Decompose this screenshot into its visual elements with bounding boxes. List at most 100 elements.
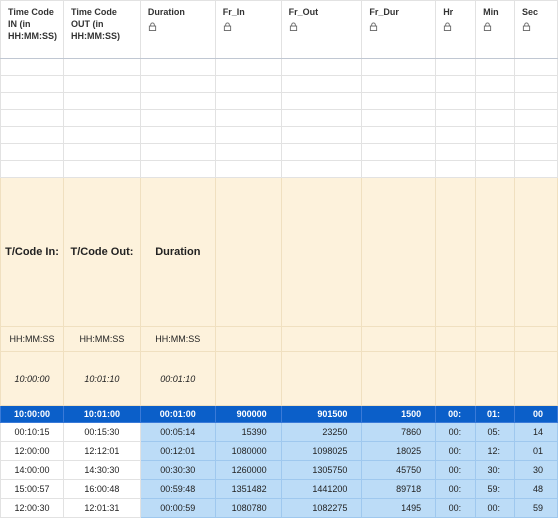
cell[interactable]: 00:59:48 [139, 479, 216, 499]
cell[interactable] [361, 126, 437, 144]
cell[interactable] [0, 160, 64, 178]
cell[interactable]: 00:00:59 [139, 498, 216, 518]
cell[interactable] [280, 58, 363, 76]
cell[interactable] [139, 109, 216, 127]
cell[interactable]: 10:00:00 [0, 351, 64, 406]
cell[interactable] [62, 58, 141, 76]
cell[interactable]: 1080000 [214, 441, 282, 461]
cell[interactable] [214, 177, 282, 327]
cell[interactable] [280, 177, 363, 327]
cell[interactable] [361, 177, 437, 327]
column-header[interactable]: Time Code IN (in HH:MM:SS) [0, 0, 64, 59]
cell[interactable] [214, 160, 282, 178]
cell[interactable] [280, 92, 363, 110]
cell[interactable] [361, 143, 437, 161]
cell[interactable] [214, 92, 282, 110]
cell[interactable] [0, 58, 64, 76]
cell[interactable] [214, 58, 282, 76]
cell[interactable] [62, 75, 141, 93]
cell[interactable]: 30: [475, 460, 516, 480]
cell[interactable]: 00:12:01 [139, 441, 216, 461]
column-header[interactable]: Min [475, 0, 516, 59]
cell[interactable]: T/Code In: [0, 177, 64, 327]
cell[interactable] [514, 109, 558, 127]
cell[interactable] [280, 109, 363, 127]
cell[interactable] [475, 177, 516, 327]
cell[interactable] [280, 126, 363, 144]
cell[interactable] [0, 75, 64, 93]
cell[interactable]: 10:00:00 [0, 405, 64, 423]
cell[interactable]: 1080780 [214, 498, 282, 518]
cell[interactable]: 10:01:10 [62, 351, 141, 406]
cell[interactable] [214, 351, 282, 406]
cell[interactable] [514, 351, 558, 406]
cell[interactable]: 900000 [214, 405, 282, 423]
cell[interactable] [361, 351, 437, 406]
cell[interactable]: 1305750 [280, 460, 363, 480]
cell[interactable]: 01 [514, 441, 558, 461]
cell[interactable] [361, 109, 437, 127]
cell[interactable] [514, 126, 558, 144]
cell[interactable] [475, 58, 516, 76]
cell[interactable] [0, 109, 64, 127]
cell[interactable] [514, 92, 558, 110]
cell[interactable] [435, 75, 477, 93]
column-header[interactable]: Sec [514, 0, 558, 59]
cell[interactable] [514, 160, 558, 178]
column-header[interactable]: Fr_Out [280, 0, 363, 59]
cell[interactable] [62, 160, 141, 178]
cell[interactable] [514, 75, 558, 93]
column-header[interactable]: Hr [435, 0, 477, 59]
cell[interactable]: T/Code Out: [62, 177, 141, 327]
cell[interactable] [62, 143, 141, 161]
cell[interactable]: 1500 [361, 405, 437, 423]
cell[interactable]: 23250 [280, 422, 363, 442]
cell[interactable]: 45750 [361, 460, 437, 480]
cell[interactable]: 1351482 [214, 479, 282, 499]
cell[interactable]: HH:MM:SS [139, 326, 216, 352]
column-header[interactable]: Fr_In [214, 0, 282, 59]
cell[interactable]: 00:30:30 [139, 460, 216, 480]
cell[interactable]: 14:30:30 [62, 460, 141, 480]
cell[interactable]: 00: [435, 498, 477, 518]
cell[interactable] [475, 326, 516, 352]
cell[interactable] [361, 326, 437, 352]
cell[interactable] [280, 160, 363, 178]
cell[interactable] [435, 126, 477, 144]
cell[interactable] [435, 160, 477, 178]
cell[interactable]: 00:15:30 [62, 422, 141, 442]
cell[interactable] [514, 177, 558, 327]
cell[interactable]: 1495 [361, 498, 437, 518]
cell[interactable] [361, 92, 437, 110]
cell[interactable]: 00:01:10 [139, 351, 216, 406]
cell[interactable]: 00 [514, 405, 558, 423]
cell[interactable]: 12: [475, 441, 516, 461]
cell[interactable] [214, 326, 282, 352]
cell[interactable] [475, 351, 516, 406]
cell[interactable] [0, 92, 64, 110]
cell[interactable]: 01: [475, 405, 516, 423]
cell[interactable]: 00:10:15 [0, 422, 64, 442]
cell[interactable]: 59 [514, 498, 558, 518]
cell[interactable]: 18025 [361, 441, 437, 461]
cell[interactable]: 05: [475, 422, 516, 442]
cell[interactable]: 12:00:30 [0, 498, 64, 518]
cell[interactable]: 59: [475, 479, 516, 499]
cell[interactable] [475, 126, 516, 144]
cell[interactable]: 15390 [214, 422, 282, 442]
cell[interactable] [139, 58, 216, 76]
cell[interactable]: 00: [435, 479, 477, 499]
cell[interactable]: 00: [435, 422, 477, 442]
cell[interactable] [214, 109, 282, 127]
cell[interactable]: 7860 [361, 422, 437, 442]
cell[interactable] [361, 160, 437, 178]
cell[interactable] [280, 326, 363, 352]
cell[interactable] [514, 58, 558, 76]
cell[interactable] [475, 92, 516, 110]
cell[interactable] [280, 143, 363, 161]
cell[interactable]: 10:01:00 [62, 405, 141, 423]
cell[interactable] [475, 160, 516, 178]
cell[interactable] [214, 143, 282, 161]
cell[interactable] [435, 351, 477, 406]
cell[interactable] [0, 126, 64, 144]
